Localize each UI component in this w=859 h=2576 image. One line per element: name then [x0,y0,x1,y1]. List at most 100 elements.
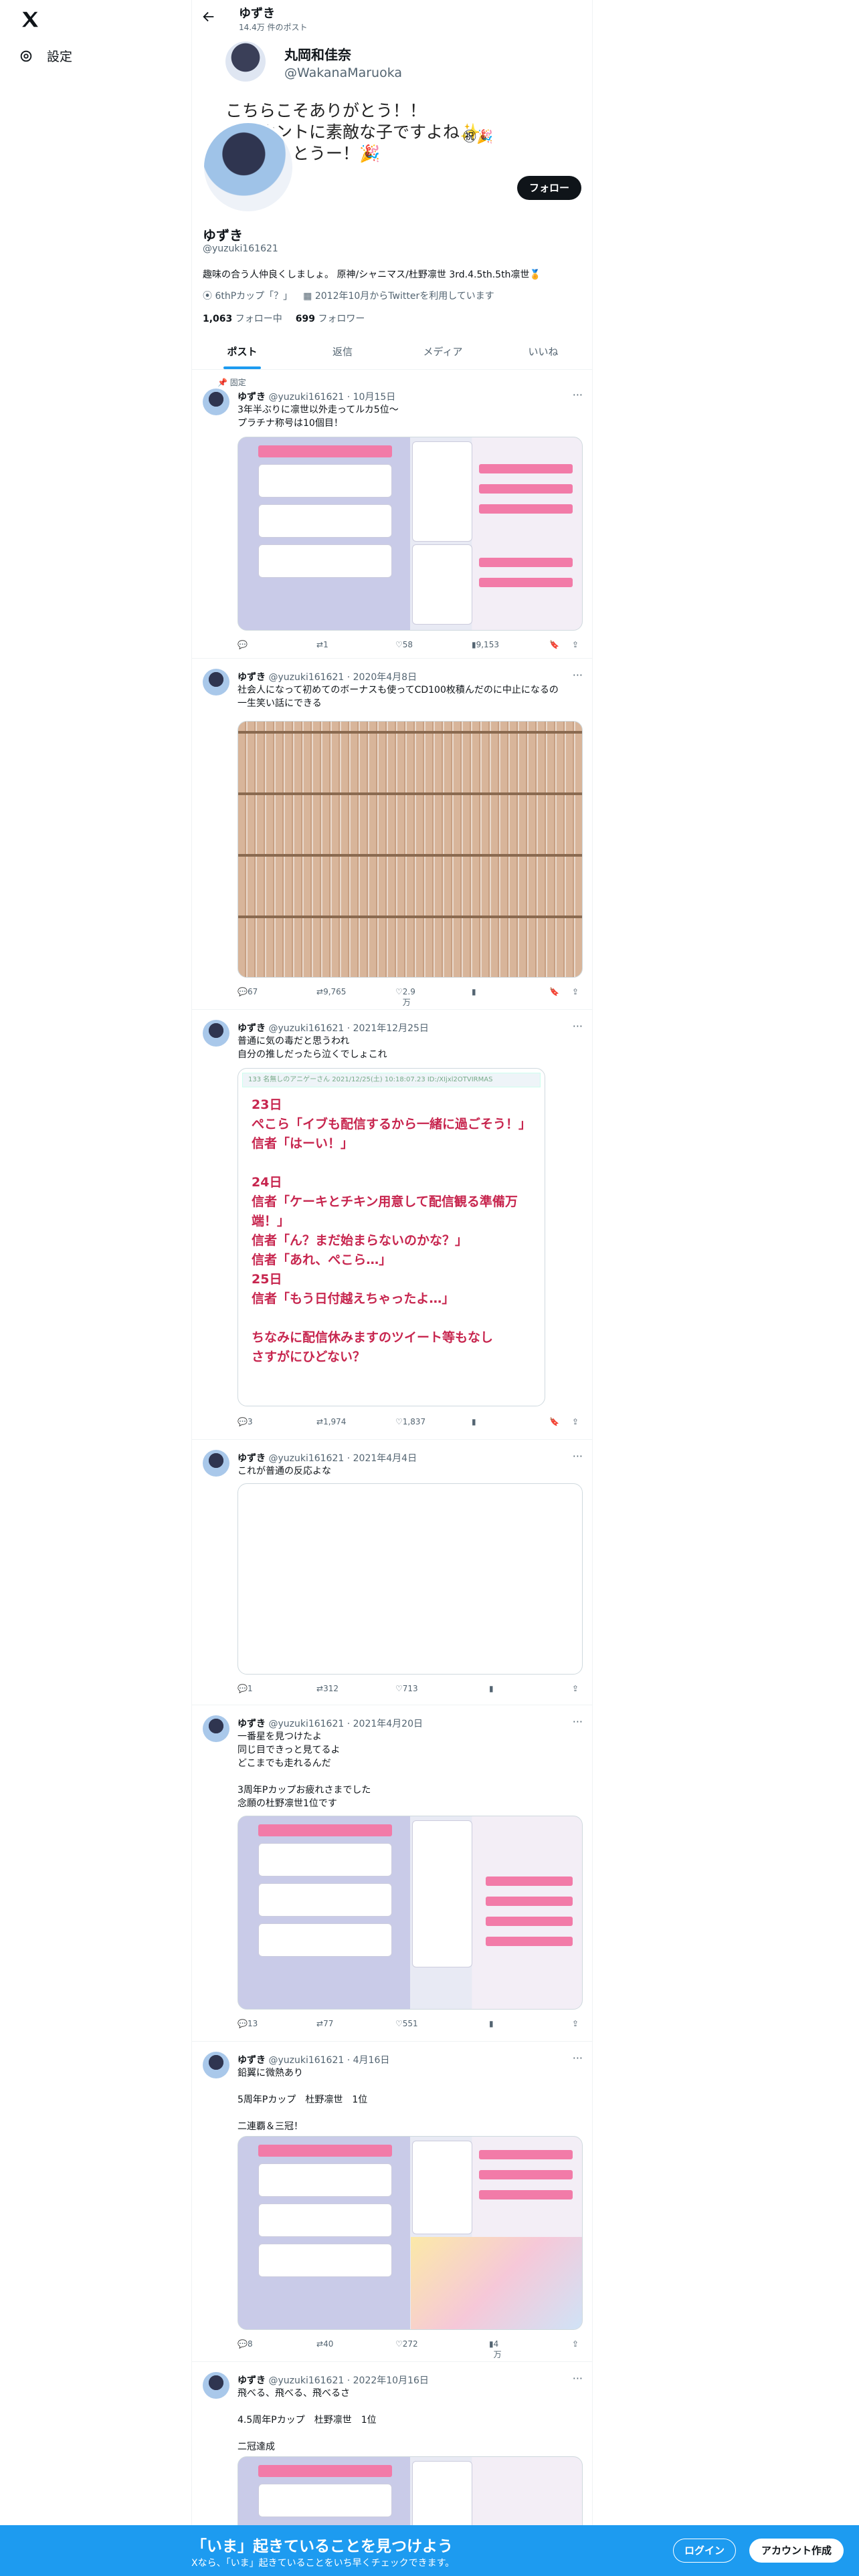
share-icon[interactable]: ⇪ [572,1684,579,1693]
tweet-actions: 💬 8 ⇄ 40 ♡ 272 ▮ 4万 ⇪ [237,2339,585,2359]
login-banner: 「いま」起きていることを見つけよう Xなら、「いま」起きていることをいち早くチェ… [0,2525,859,2576]
tweet-image[interactable] [237,2136,583,2330]
share-icon[interactable]: ⇪ [572,2339,579,2349]
tweet-image[interactable] [237,437,583,631]
tweet[interactable]: ゆずき @yuzuki161621 · 2021年4月20日 ··· 一番星を見… [192,1706,592,2042]
tweet-video[interactable] [237,1483,583,1675]
more-icon[interactable]: ··· [573,1715,583,1728]
signup-button[interactable]: アカウント作成 [749,2539,844,2563]
following-link[interactable]: 1,063 フォロー中 [203,312,282,325]
retweet-button[interactable]: ⇄ 40 [316,2339,333,2349]
header-post-count: 14.4万 件のポスト [239,23,308,32]
bookmark-icon[interactable]: 🔖 [549,987,559,996]
tweet-header: ゆずき @yuzuki161621 · 4月16日 [237,2055,390,2066]
reply-button[interactable]: 💬 3 [237,1417,253,1426]
tweet-image[interactable] [237,721,583,978]
avatar[interactable] [203,1715,229,1742]
tweet-text: 普通に気の毒だと思うわれ 自分の推しだったら泣くでしょこれ [237,1036,387,1060]
avatar[interactable] [203,669,229,695]
tweet-header: ゆずき @yuzuki161621 · 10月15日 [237,392,396,403]
tweet-header: ゆずき @yuzuki161621 · 2022年10月16日 [237,2375,429,2386]
like-button[interactable]: ♡ 713 [395,1684,418,1693]
avatar[interactable] [203,2372,229,2399]
reply-button[interactable]: 💬 1 [237,1684,253,1693]
tweet-actions: 💬 ⇄ 1 ♡ 58 ▮ 9,153 🔖 ⇪ [237,640,585,653]
avatar[interactable] [203,2052,229,2078]
share-icon[interactable]: ⇪ [572,640,579,649]
views-button[interactable]: ▮ 4万 [489,2339,502,2359]
settings-label: 設定 [47,49,73,64]
tweet-text: 飛べる、飛べる、飛べるさ 4.5周年Pカップ 杜野凛世 1位 二冠達成 [237,2388,377,2452]
tab-replies[interactable]: 返信 [292,334,393,369]
profile-handle: @yuzuki161621 [203,243,278,254]
tweet-header: ゆずき @yuzuki161621 · 2021年4月20日 [237,1719,423,1729]
tweet-header: ゆずき @yuzuki161621 · 2020年4月8日 [237,672,417,683]
more-icon[interactable]: ··· [573,2052,583,2064]
like-button[interactable]: ♡ 272 [395,2339,418,2349]
share-icon[interactable]: ⇪ [572,987,579,996]
banner-title: 「いま」起きていることを見つけよう [191,2538,453,2555]
x-logo-icon[interactable] [20,9,40,29]
like-button[interactable]: ♡ 2.9万 [395,987,415,1007]
location-icon: ⦿ [203,291,215,302]
views-button[interactable]: ▮ [489,2019,494,2028]
follow-button[interactable]: フォロー [516,176,581,200]
views-button[interactable]: ▮ 9,153 [472,640,499,649]
tweet-text: 鉛翼に微熱あり 5周年Pカップ 杜野凛世 1位 二連覇＆三冠！ [237,2068,368,2132]
tweet-text: 3年半ぶりに凛世以外走ってルカ5位〜 プラチナ称号は10個目！ [237,405,399,429]
avatar[interactable] [203,389,229,415]
pin-icon: 📌 [217,378,230,387]
tweet[interactable]: ゆずき @yuzuki161621 · 2021年12月25日 ··· 普通に気… [192,1010,592,1440]
reply-button[interactable]: 💬 67 [237,987,258,996]
avatar[interactable] [203,1450,229,1477]
tab-likes[interactable]: いいね [493,334,592,369]
more-icon[interactable]: ··· [573,2372,583,2385]
tweet[interactable]: ゆずき @yuzuki161621 · 2020年4月8日 ··· 社会人になっ… [192,659,592,1010]
like-button[interactable]: ♡ 551 [395,2019,418,2028]
tweet-text: 社会人になって初めてのボーナスも使ってCD100枚積んだのに中止になるの 一生笑… [237,685,559,709]
banner-emoji: ㊗🎉 [463,128,493,144]
share-icon[interactable]: ⇪ [572,1417,579,1426]
tweet-image[interactable]: 133 名無しのアニゲーさん 2021/12/25(土) 10:18:07.23… [237,1068,545,1406]
reply-button[interactable]: 💬 [237,640,248,649]
views-button[interactable]: ▮ [472,987,476,996]
login-button[interactable]: ログイン [673,2539,737,2563]
followers-link[interactable]: 699 フォロワー [296,312,365,325]
tweet[interactable]: ゆずき @yuzuki161621 · 4月16日 ··· 鉛翼に微熱あり 5周… [192,2042,592,2362]
left-sidebar: 設定 [0,0,191,2576]
retweet-button[interactable]: ⇄ 1 [316,640,328,649]
retweet-button[interactable]: ⇄ 312 [316,1684,339,1693]
back-arrow-icon[interactable] [201,9,216,24]
tab-media[interactable]: メディア [393,334,493,369]
bookmark-icon[interactable]: 🔖 [549,640,559,649]
more-icon[interactable]: ··· [573,669,583,681]
pinned-label: 📌 固定 [217,378,246,387]
profile-stats: 1,063 フォロー中 699 フォロワー [203,312,365,325]
tweet[interactable]: 📌 固定 ゆずき @yuzuki161621 · 10月15日 ··· 3年半ぶ… [192,370,592,659]
more-icon[interactable]: ··· [573,389,583,401]
views-button[interactable]: ▮ [489,1684,494,1693]
tweet[interactable]: ゆずき @yuzuki161621 · 2021年4月4日 ··· これが普通の… [192,1440,592,1705]
top-bar: ゆずき 14.4万 件のポスト [192,0,592,37]
tweet-image[interactable] [237,1816,583,2010]
bookmark-icon[interactable]: 🔖 [549,1417,559,1426]
avatar[interactable] [203,1020,229,1047]
profile-avatar[interactable] [201,120,295,214]
calendar-icon: ▦ [303,291,315,302]
more-icon[interactable]: ··· [573,1020,583,1033]
views-button[interactable]: ▮ [472,1417,476,1426]
share-icon[interactable]: ⇪ [572,2019,579,2028]
banner-avatar [225,41,266,82]
more-icon[interactable]: ··· [573,1450,583,1463]
retweet-button[interactable]: ⇄ 77 [316,2019,333,2028]
like-button[interactable]: ♡ 58 [395,640,413,649]
reply-button[interactable]: 💬 8 [237,2339,253,2349]
settings-link[interactable]: 設定 [19,47,72,65]
like-button[interactable]: ♡ 1,837 [395,1417,425,1426]
retweet-button[interactable]: ⇄ 9,765 [316,987,346,996]
profile-tabs: ポスト 返信 メディア いいね [192,334,592,370]
tab-posts[interactable]: ポスト [192,334,292,369]
reply-button[interactable]: 💬 13 [237,2019,258,2028]
profile-column: ゆずき 14.4万 件のポスト 丸岡和佳奈 @WakanaMaruoka こちら… [191,0,593,2576]
retweet-button[interactable]: ⇄ 1,974 [316,1417,346,1426]
